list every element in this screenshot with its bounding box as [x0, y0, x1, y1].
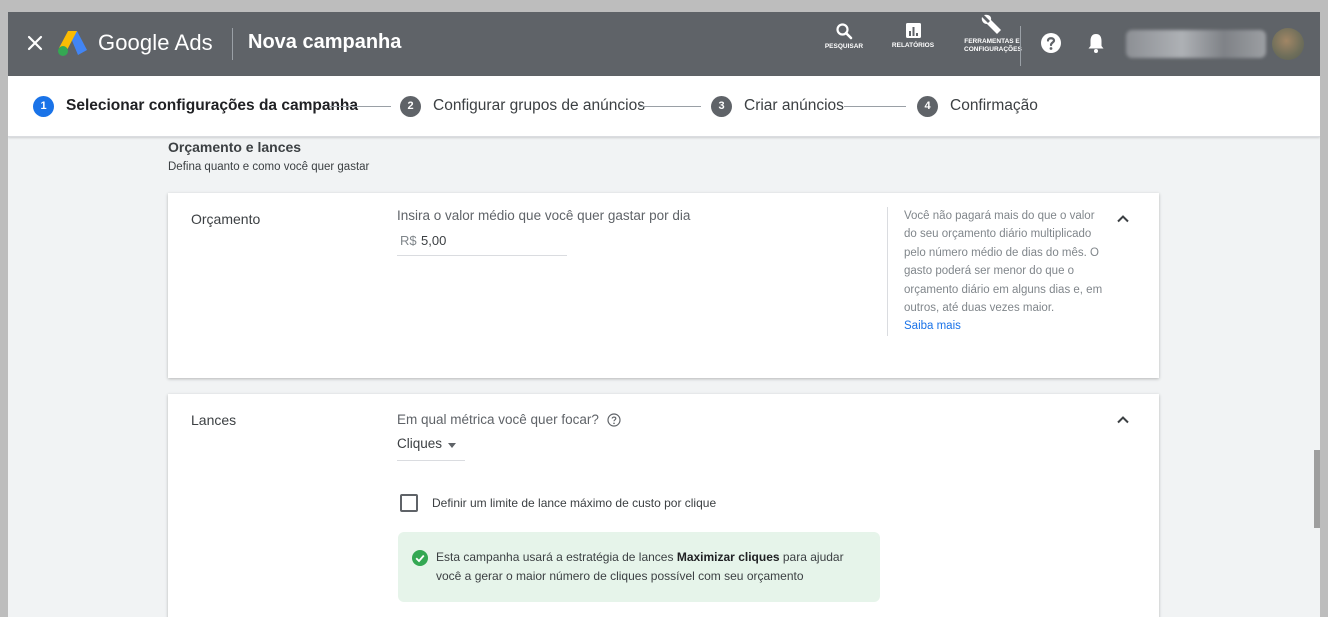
tools-settings-label: FERRAMENTAS E CONFIGURAÇÕES [964, 38, 1022, 53]
step-label: Selecionar configurações da campanha [66, 97, 359, 114]
bid-metric-question: Em qual métrica você quer focar? [397, 412, 621, 427]
step-4[interactable]: 4 Confirmação [917, 94, 1038, 118]
bid-strategy-text: Esta campanha usará a estratégia de lanc… [436, 548, 866, 586]
section-title: Orçamento e lances [168, 139, 302, 155]
step-number: 3 [711, 95, 732, 117]
step-label: Criar anúncios [744, 97, 844, 114]
bids-title: Lances [191, 412, 237, 428]
tools-settings-button[interactable]: FERRAMENTAS E CONFIGURAÇÕES [958, 12, 1026, 66]
bid-metric-select[interactable]: Cliques [397, 434, 465, 461]
budget-help-body: Você não pagará mais do que o valor do s… [904, 210, 1103, 315]
reports-label: RELATÓRIOS [891, 42, 935, 49]
budget-help-text: Você não pagará mais do que o valor do s… [887, 207, 1104, 336]
app-window: Google Ads Nova campanha PESQUISAR RELAT… [8, 12, 1320, 617]
step-number: 4 [917, 95, 938, 117]
note-text-start: Esta campanha usará a estratégia de lanc… [436, 550, 677, 564]
dropdown-arrow-icon [448, 443, 456, 448]
step-2[interactable]: 2 Configurar grupos de anúncios [400, 94, 645, 118]
account-name-blurred [1126, 30, 1266, 58]
step-connector [329, 106, 391, 107]
reports-button[interactable]: RELATÓRIOS [886, 22, 940, 50]
budget-value: 5,00 [421, 233, 447, 248]
page-title: Nova campanha [248, 31, 402, 53]
page-scrollbar[interactable] [1314, 450, 1320, 528]
budget-input[interactable]: R$ 5,00 [397, 229, 567, 256]
bids-card: Lances Em qual métrica você quer focar? … [168, 394, 1159, 617]
bell-icon[interactable] [1086, 32, 1106, 54]
step-label: Configurar grupos de anúncios [433, 97, 645, 114]
avatar [1272, 28, 1304, 60]
bid-question-text: Em qual métrica você quer focar? [397, 412, 599, 427]
help-outline-icon[interactable] [607, 412, 621, 427]
wrench-icon [981, 14, 1001, 34]
learn-more-link[interactable]: Saiba mais [904, 320, 961, 332]
header-divider [232, 28, 233, 60]
section-header: Orçamento e lances Defina quanto e como … [168, 139, 369, 173]
search-label: PESQUISAR [824, 43, 864, 50]
bid-metric-value: Cliques [397, 436, 443, 451]
currency-prefix: R$ [400, 233, 417, 248]
checkbox-icon[interactable] [400, 494, 418, 512]
budget-question: Insira o valor médio que você quer gasta… [397, 208, 691, 223]
chevron-up-icon[interactable] [1115, 211, 1131, 227]
max-cpc-checkbox[interactable]: Definir um limite de lance máximo de cus… [400, 494, 716, 512]
bid-strategy-note: Esta campanha usará a estratégia de lanc… [398, 532, 880, 602]
search-button[interactable]: PESQUISAR [824, 22, 864, 51]
top-bar: Google Ads Nova campanha PESQUISAR RELAT… [8, 12, 1320, 76]
section-subtitle: Defina quanto e como você quer gastar [168, 161, 370, 173]
max-cpc-label: Definir um limite de lance máximo de cus… [432, 496, 717, 510]
step-connector [844, 106, 906, 107]
step-3[interactable]: 3 Criar anúncios [711, 94, 844, 118]
step-label: Confirmação [950, 97, 1038, 114]
close-icon[interactable] [24, 32, 46, 54]
tools-divider [1020, 26, 1021, 66]
step-number: 1 [33, 95, 54, 117]
step-1[interactable]: 1 Selecionar configurações da campanha [33, 94, 358, 118]
budget-card: Orçamento Insira o valor médio que você … [168, 193, 1159, 378]
step-connector [639, 106, 701, 107]
help-icon[interactable] [1040, 32, 1062, 54]
budget-title: Orçamento [191, 211, 261, 227]
search-icon [836, 23, 853, 40]
strategy-name: Maximizar cliques [676, 550, 780, 564]
check-circle-icon [412, 550, 428, 566]
step-number: 2 [400, 95, 421, 117]
account-menu[interactable] [1120, 24, 1316, 64]
reports-icon [905, 23, 921, 38]
campaign-stepper: 1 Selecionar configurações da campanha 2… [8, 76, 1320, 137]
brand-name: Google Ads [98, 30, 213, 55]
google-ads-logo [58, 31, 87, 56]
chevron-up-icon[interactable] [1115, 412, 1131, 428]
